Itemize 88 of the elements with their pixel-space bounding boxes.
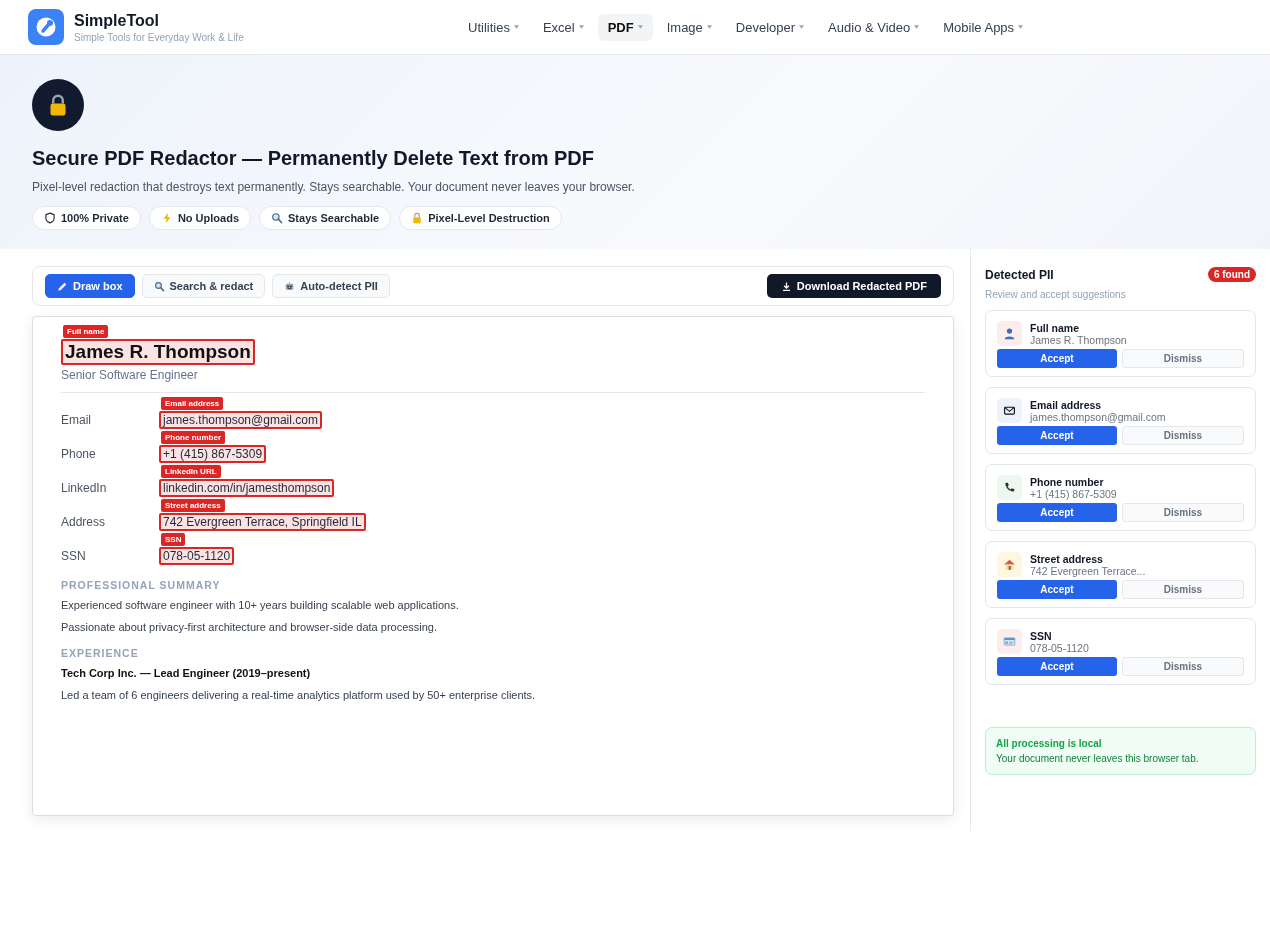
pii-tag: Phone number [161,431,225,444]
paragraph: Passionate about privacy-first architecture and browser-side data processing. [61,621,439,633]
nav-menu[interactable]: Developer [725,13,815,41]
nav-menu[interactable]: Audio & Video [818,13,930,41]
brand-name: SimpleTool [74,11,161,30]
caret-icon [914,25,920,29]
nav-menu[interactable]: Mobile Apps [933,13,1034,41]
house-icon [1003,558,1016,571]
field-label: LinkedIn [61,481,108,495]
field-value: 742 Evergreen Terrace, Springfield IL [163,515,362,529]
field-value: 078-05-1120 [163,549,231,563]
pii-value: James R. Thompson [1030,333,1127,346]
chip-label: No Uploads [177,212,239,224]
download-icon [780,280,792,292]
download-button[interactable]: Download Redacted PDF [766,274,941,298]
field-label: SSN [61,549,87,563]
chip-label: 100% Private [61,212,129,224]
field-value: +1 (415) 867-5309 [163,447,263,461]
accept-button[interactable]: Accept [997,349,1117,368]
nav-menu[interactable]: Image [656,13,722,41]
dismiss-button[interactable]: Dismiss [1122,426,1244,445]
pii-value: 742 Evergreen Terrace... [1030,564,1146,577]
notice-title: All processing is local [996,738,1103,749]
pii-type: Full name [1030,321,1080,334]
accept-button[interactable]: Accept [997,426,1117,445]
panel-subtitle: Review and accept suggestions [985,289,1127,300]
dismiss-button[interactable]: Dismiss [1122,503,1244,522]
page-title: Secure PDF Redactor — Permanently Delete Text from PDF [32,147,595,170]
pii-tag: Email address [161,397,224,410]
accept-button[interactable]: Accept [997,503,1117,522]
count-badge: 6 found [1207,267,1256,282]
phone-icon [1003,481,1016,494]
caret-icon [1018,25,1024,29]
pencil-icon [57,280,68,292]
nav-menu[interactable]: Excel [532,13,594,41]
nav-menu[interactable]: PDF [597,13,653,41]
brand-tagline: Simple Tools for Everyday Work & Life [74,31,244,43]
dismiss-button[interactable]: Dismiss [1122,349,1244,368]
section-heading: PROFESSIONAL SUMMARY [61,579,222,591]
accept-button[interactable]: Accept [997,580,1117,599]
paragraph: Experienced software engineer with 10+ years building scalable web applications. [61,599,460,611]
field-label: Phone [61,447,97,461]
shield-icon [44,212,56,224]
pii-value: +1 (415) 867-5309 [1030,487,1117,500]
field-label: Address [61,515,107,529]
search-icon [153,280,165,292]
caret-icon [578,25,584,29]
id-card-icon [1003,635,1016,648]
pii-type: Email address [1030,398,1103,411]
dismiss-button[interactable]: Dismiss [1122,580,1244,599]
section-heading: EXPERIENCE [61,647,140,659]
pii-tag: SSN [161,533,186,546]
paragraph: Tech Corp Inc. — Lead Engineer (2019–present) [61,667,312,679]
tool-button[interactable]: Draw box [45,274,135,298]
caret-icon [799,25,805,29]
robot-icon [284,280,296,292]
envelope-icon [1003,404,1016,417]
pii-tag: Full name [63,325,109,338]
field-value: linkedin.com/in/jamesthompson [163,481,331,495]
page-subtitle: Pixel-level redaction that destroys text permanently. Stays searchable. Your document never leaves your browser. [32,180,636,194]
caret-icon [513,25,519,29]
search-icon [271,212,283,224]
pii-value: james.thompson@gmail.com [1030,410,1166,423]
pii-type: SSN [1030,629,1053,642]
tool-button[interactable]: Auto-detect PII [272,274,390,298]
caret-icon [706,25,712,29]
notice-text: Your document never leaves this browser tab. [996,753,1200,764]
pii-tag: Street address [161,499,225,512]
pii-tag: LinkedIn URL [161,465,221,478]
paragraph: Led a team of 6 engineers delivering a real-time analytics platform used by 50+ enterprise clients. [61,689,537,701]
pii-type: Street address [1030,552,1104,565]
field-label: Email [61,413,92,427]
pii-value: 078-05-1120 [1030,641,1089,654]
person-icon [1003,327,1016,340]
caret-icon [637,25,643,29]
chip-label: Pixel-Level Destruction [428,212,550,224]
candidate-name: James R. Thompson [65,341,251,362]
accept-button[interactable]: Accept [997,657,1117,676]
pii-type: Phone number [1030,475,1105,488]
panel-title: Detected PII [985,267,1054,282]
logo-icon[interactable] [28,9,64,45]
lock-icon [411,212,424,224]
tool-button[interactable]: Search & redact [141,274,266,298]
dismiss-button[interactable]: Dismiss [1122,657,1244,676]
candidate-role: Senior Software Engineer [61,368,199,382]
chip-label: Stays Searchable [288,212,380,224]
field-value: james.thompson@gmail.com [163,413,318,427]
nav-menu[interactable]: Utilities [458,13,529,41]
